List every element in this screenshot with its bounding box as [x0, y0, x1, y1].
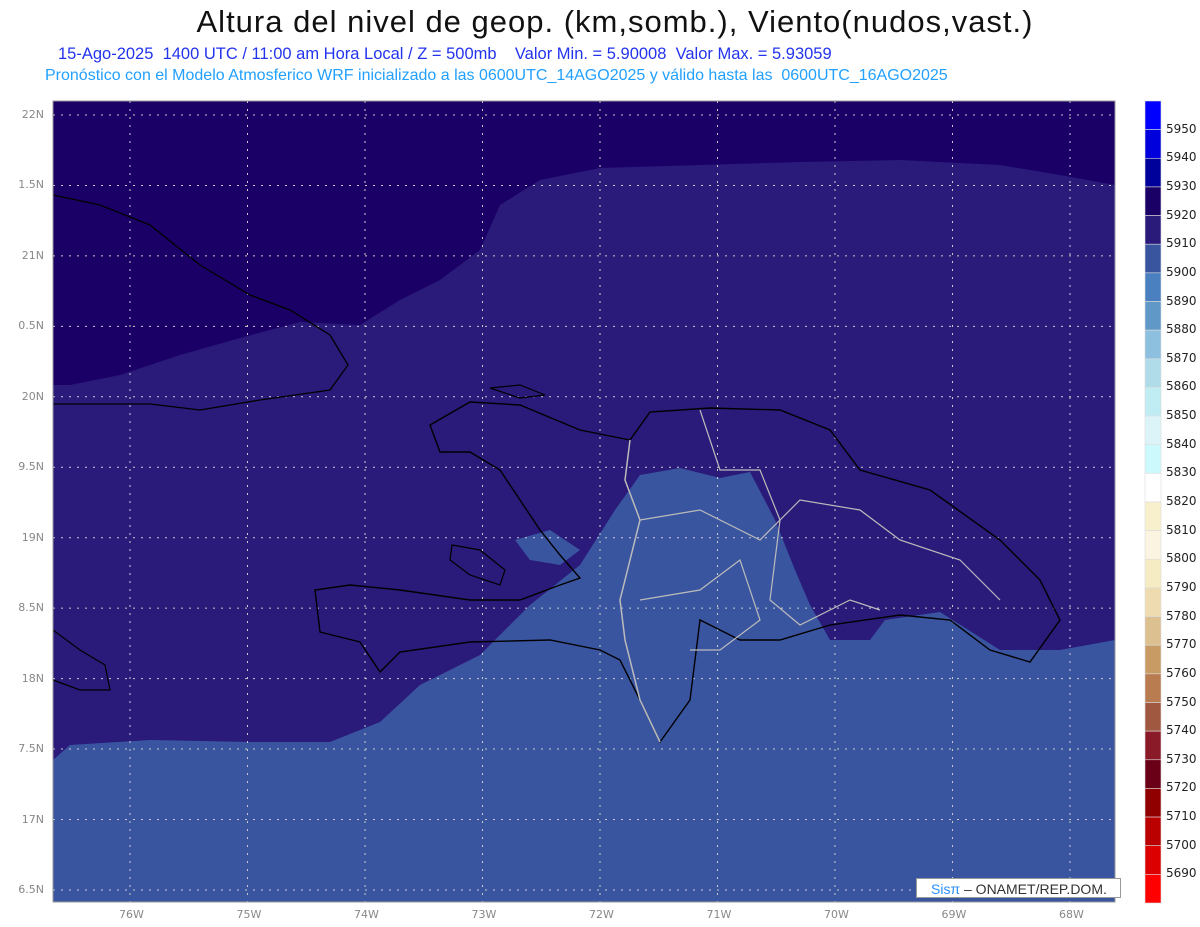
- colorbar-label: 5790: [1166, 579, 1197, 594]
- lat-tick-label: 9.5N: [18, 460, 44, 474]
- colorbar-label: 5880: [1166, 322, 1197, 337]
- colorbar-swatch: [1144, 100, 1162, 130]
- lat-tick-label: 21N: [21, 248, 44, 262]
- colorbar-label: 5730: [1166, 751, 1197, 766]
- credit-box: Sisπ – ONAMET/REP.DOM.: [916, 878, 1121, 898]
- colorbar-label: 5760: [1166, 665, 1197, 680]
- lat-tick-label: 7.5N: [18, 742, 44, 756]
- colorbar-label: 5930: [1166, 178, 1197, 193]
- colorbar-swatch: [1144, 816, 1162, 847]
- colorbar-swatch: [1144, 243, 1162, 274]
- colorbar-label: 5850: [1166, 408, 1197, 423]
- colorbar-swatch: [1144, 358, 1162, 388]
- colorbar-swatch: [1144, 616, 1162, 646]
- lon-tick-label: 70W: [824, 908, 849, 921]
- colorbar-label: 5710: [1166, 809, 1197, 824]
- colorbar-label: 5700: [1166, 837, 1197, 852]
- colorbar-swatch: [1144, 702, 1162, 732]
- lat-tick-label: 8.5N: [18, 601, 44, 615]
- colorbar-label: 5940: [1166, 150, 1197, 165]
- lon-tick-label: 76W: [119, 908, 144, 921]
- colorbar-label: 5870: [1166, 350, 1197, 365]
- lon-tick-label: 71W: [706, 908, 732, 921]
- colorbar-swatch: [1144, 730, 1162, 761]
- lon-tick-label: 72W: [589, 908, 614, 921]
- map-title: Altura del nivel de geop. (km,somb.), Vi…: [196, 4, 1034, 39]
- colorbar-label: 5810: [1166, 522, 1197, 537]
- colorbar-label: 5800: [1166, 551, 1197, 566]
- colorbar-swatch: [1144, 415, 1162, 446]
- lat-tick-label: 20N: [21, 389, 44, 403]
- lat-tick-label: 0.5N: [18, 319, 44, 333]
- colorbar-swatch: [1144, 329, 1162, 360]
- colorbar-swatch: [1144, 473, 1162, 503]
- colorbar-swatch: [1144, 788, 1162, 818]
- lon-tick-label: 68W: [1059, 908, 1084, 921]
- colorbar-label: 5770: [1166, 637, 1197, 652]
- lon-tick-label: 73W: [471, 908, 497, 921]
- colorbar-swatch: [1144, 530, 1162, 560]
- colorbar-label: 5830: [1166, 465, 1197, 480]
- colorbar-label: 5750: [1166, 694, 1197, 709]
- colorbar-label: 5890: [1166, 293, 1197, 308]
- model-info-subtitle: Pronóstico con el Modelo Atmosferico WRF…: [45, 67, 948, 84]
- lat-tick-label: 18N: [21, 671, 44, 685]
- colorbar-label: 5910: [1166, 236, 1197, 251]
- colorbar-label: 5900: [1166, 264, 1197, 279]
- lat-tick-label: 22N: [21, 108, 44, 121]
- colorbar-swatch: [1144, 644, 1162, 675]
- colorbar-swatch: [1144, 759, 1162, 789]
- lon-tick-label: 69W: [941, 908, 967, 921]
- lat-tick-label: 1.5N: [18, 178, 44, 192]
- lon-tick-label: 74W: [354, 908, 379, 921]
- colorbar-label: 5690: [1166, 866, 1197, 881]
- colorbar-swatch: [1144, 845, 1162, 875]
- valid-time-subtitle: 15-Ago-2025 1400 UTC / 11:00 am Hora Loc…: [58, 45, 832, 63]
- credit-brand: Sisπ: [931, 881, 961, 897]
- colorbar-swatch: [1144, 157, 1162, 188]
- colorbar-swatch: [1144, 444, 1162, 474]
- colorbar-swatch: [1144, 387, 1162, 417]
- colorbar-swatch: [1144, 186, 1162, 216]
- colorbar-label: 5780: [1166, 608, 1197, 623]
- lat-tick-label: 19N: [21, 530, 44, 544]
- colorbar-label: 5920: [1166, 207, 1197, 222]
- colorbar-swatch: [1144, 874, 1162, 904]
- colorbar-swatch: [1144, 673, 1162, 703]
- colorbar-swatch: [1144, 272, 1162, 302]
- colorbar-label: 5840: [1166, 436, 1197, 451]
- colorbar-label: 5740: [1166, 723, 1197, 738]
- colorbar-swatch: [1144, 215, 1162, 245]
- lon-tick-label: 75W: [236, 908, 262, 921]
- colorbar-swatch: [1144, 587, 1162, 617]
- colorbar-label: 5820: [1166, 494, 1197, 508]
- geopotential-map: [52, 100, 1162, 904]
- lat-tick-label: 17N: [21, 812, 44, 826]
- credit-text: – ONAMET/REP.DOM.: [960, 881, 1107, 897]
- colorbar-swatch: [1144, 301, 1162, 331]
- colorbar-swatch: [1144, 501, 1162, 531]
- colorbar-swatch: [1144, 129, 1162, 159]
- colorbar-label: 5720: [1166, 780, 1197, 795]
- lat-tick-label: 6.5N: [18, 882, 44, 896]
- colorbar-label: 5860: [1166, 379, 1197, 394]
- colorbar-swatch: [1144, 558, 1162, 589]
- colorbar-label: 5950: [1166, 121, 1197, 136]
- colorbar: [1144, 100, 1162, 904]
